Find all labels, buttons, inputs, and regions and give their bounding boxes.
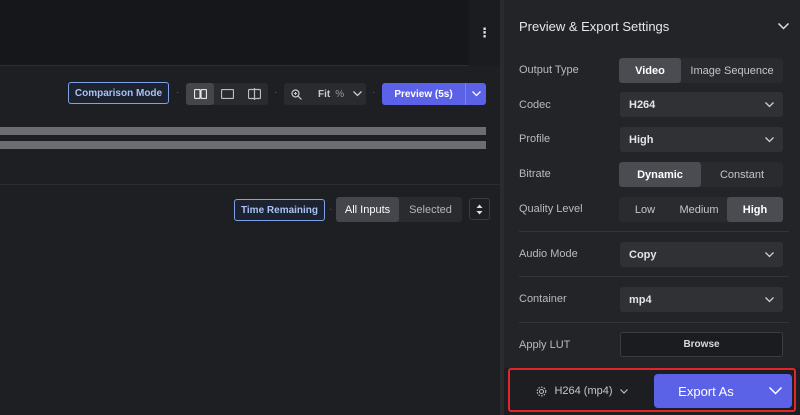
bitrate-toggle: Dynamic Constant: [619, 162, 783, 187]
profile-select[interactable]: High: [620, 127, 783, 152]
container-label: Container: [519, 293, 567, 305]
codec-select[interactable]: H264: [620, 92, 783, 117]
video-option[interactable]: Video: [619, 58, 681, 83]
row-divider: [519, 322, 789, 323]
track-bar: [0, 127, 486, 135]
container-select[interactable]: mp4: [620, 287, 783, 312]
time-remaining-button[interactable]: Time Remaining: [234, 199, 325, 221]
track-bar: [0, 141, 486, 149]
export-settings-panel: Preview & Export Settings Output Type Vi…: [504, 0, 800, 415]
viewer-top-bar: ⋮: [0, 0, 500, 66]
output-type-toggle: Video Image Sequence: [619, 58, 783, 83]
chevron-down-icon: [765, 296, 774, 303]
viewer-toolbar: Comparison Mode · · Fit % · Preview (5s): [0, 67, 500, 121]
toolbar-separator: ·: [176, 87, 180, 98]
chevron-down-icon: [765, 101, 774, 108]
constant-option[interactable]: Constant: [701, 162, 783, 187]
quality-level-label: Quality Level: [519, 203, 583, 215]
profile-label: Profile: [519, 133, 551, 145]
chevron-down-icon: [765, 136, 774, 143]
workspace: ⋮ Comparison Mode · · Fit % · Preview (5…: [0, 0, 500, 415]
dynamic-option[interactable]: Dynamic: [619, 162, 701, 187]
inputs-filter-toggle: All Inputs Selected: [336, 197, 462, 222]
section-divider: [0, 184, 500, 185]
codec-value: H264: [629, 98, 656, 111]
comparison-mode-button[interactable]: Comparison Mode: [68, 82, 169, 104]
audio-mode-label: Audio Mode: [519, 248, 578, 260]
track-bars: [0, 127, 486, 155]
row-divider: [519, 276, 789, 277]
chevron-down-icon: [765, 251, 774, 258]
panel-title: Preview & Export Settings: [519, 18, 670, 34]
zoom-unit: %: [335, 88, 345, 100]
codec-label: Codec: [519, 99, 551, 111]
selected-tab[interactable]: Selected: [399, 197, 462, 222]
audio-mode-select[interactable]: Copy: [620, 242, 783, 267]
zoom-icon: [291, 88, 302, 100]
all-inputs-tab[interactable]: All Inputs: [336, 197, 399, 222]
toolbar-separator: ·: [372, 87, 376, 98]
preview-button[interactable]: Preview (5s): [382, 83, 486, 105]
zoom-select[interactable]: Fit %: [284, 83, 366, 105]
profile-value: High: [629, 133, 654, 146]
bitrate-label: Bitrate: [519, 168, 551, 180]
split-view-icon[interactable]: [186, 83, 214, 105]
highlight-box: [508, 368, 796, 412]
sort-icon[interactable]: [469, 198, 490, 220]
low-option[interactable]: Low: [619, 197, 671, 222]
chevron-down-icon[interactable]: [778, 22, 789, 30]
chevron-down-icon: [353, 91, 363, 97]
audio-mode-value: Copy: [629, 248, 657, 261]
apply-lut-label: Apply LUT: [519, 339, 571, 351]
more-options-icon[interactable]: ⋮: [469, 0, 500, 66]
preview-label: Preview (5s): [394, 88, 453, 100]
output-type-label: Output Type: [519, 64, 579, 76]
container-value: mp4: [629, 293, 652, 306]
high-option[interactable]: High: [727, 197, 783, 222]
image-sequence-option[interactable]: Image Sequence: [681, 58, 783, 83]
toolbar-separator: ·: [329, 204, 333, 215]
panel-header[interactable]: Preview & Export Settings: [519, 16, 789, 36]
zoom-value: Fit: [318, 88, 331, 100]
browse-lut-button[interactable]: Browse: [620, 332, 783, 357]
single-view-icon[interactable]: [214, 83, 241, 105]
row-divider: [519, 231, 789, 232]
quality-level-toggle: Low Medium High: [619, 197, 783, 222]
medium-option[interactable]: Medium: [671, 197, 727, 222]
wipe-view-icon[interactable]: [241, 83, 268, 105]
view-layout-toggle: [186, 83, 268, 105]
chevron-down-icon[interactable]: [465, 83, 486, 105]
toolbar-separator: ·: [274, 87, 278, 98]
